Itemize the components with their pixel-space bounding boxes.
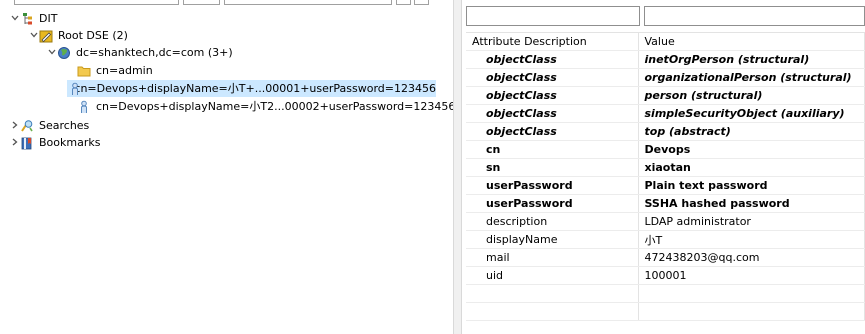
attribute-value-cell[interactable]: 小T (638, 230, 865, 249)
toolbar-field-2[interactable] (183, 0, 220, 5)
table-header-row: Attribute Description Value (466, 32, 865, 51)
attribute-name-cell[interactable]: objectClass (466, 86, 639, 105)
dit-tree-icon (20, 12, 34, 26)
ldap-browser-tree-pane: DIT Root DSE (2) dc=shanktech,dc=com (3+… (0, 0, 455, 334)
attribute-value-cell[interactable]: top (abstract) (638, 122, 865, 141)
tree-node-bookmarks[interactable]: Bookmarks (10, 134, 100, 151)
chevron-down-icon[interactable] (47, 44, 57, 61)
table-row[interactable]: displayName 小T (466, 230, 865, 249)
empty-cell (466, 302, 639, 321)
table-row[interactable]: userPassword Plain text password (466, 176, 865, 195)
empty-cell (466, 284, 639, 303)
table-row[interactable]: cn Devops (466, 140, 865, 159)
empty-table-row (466, 284, 865, 303)
tree-label-bookmarks: Bookmarks (39, 136, 101, 149)
chevron-down-icon[interactable] (29, 27, 39, 44)
empty-cell (638, 284, 865, 303)
attribute-name-cell[interactable]: uid (466, 266, 639, 285)
tree-label-entry: cn=admin (96, 64, 153, 77)
chevron-right-icon[interactable] (10, 134, 20, 151)
table-row[interactable]: sn xiaotan (466, 158, 865, 177)
root-dse-icon (39, 29, 53, 43)
tree-node-entry[interactable]: cn=Devops+displayName=小T2...00002+userPa… (67, 98, 455, 115)
table-row[interactable]: objectClass top (abstract) (466, 122, 865, 141)
toolbar-field-3[interactable] (224, 0, 392, 5)
tree-node-searches[interactable]: Searches (10, 117, 89, 134)
table-row[interactable]: objectClass simpleSecurityObject (auxilia… (466, 104, 865, 123)
attribute-filter-input[interactable] (466, 6, 640, 26)
chevron-down-icon[interactable] (10, 10, 20, 27)
attribute-table: Attribute Description Value objectClass i… (466, 32, 865, 321)
tree-node-entry[interactable]: cn=admin (67, 62, 153, 79)
column-header-attribute[interactable]: Attribute Description (466, 32, 639, 51)
table-row[interactable]: objectClass inetOrgPerson (structural) (466, 50, 865, 69)
attribute-value-cell[interactable]: organizationalPerson (structural) (638, 68, 865, 87)
search-icon (20, 119, 34, 133)
attribute-value-cell[interactable]: person (structural) (638, 86, 865, 105)
attribute-value-cell[interactable]: LDAP administrator (638, 212, 865, 231)
tree-label-base-dn: dc=shanktech,dc=com (3+) (76, 46, 233, 59)
table-row[interactable]: uid 100001 (466, 266, 865, 285)
attribute-value-cell[interactable]: 472438203@qq.com (638, 248, 865, 267)
table-row[interactable]: userPassword SSHA hashed password (466, 194, 865, 213)
attribute-name-cell[interactable]: mail (466, 248, 639, 267)
attribute-value-cell[interactable]: SSHA hashed password (638, 194, 865, 213)
table-row[interactable]: objectClass person (structural) (466, 86, 865, 105)
attribute-name-cell[interactable]: description (466, 212, 639, 231)
tree-node-root-dse[interactable]: Root DSE (2) (29, 27, 128, 44)
folder-icon (77, 64, 91, 78)
tree-node-base-dn[interactable]: dc=shanktech,dc=com (3+) (47, 44, 233, 61)
tree-label-entry: cn=Devops+displayName=小T+...00001+userPa… (74, 82, 436, 95)
attribute-value-cell[interactable]: Plain text password (638, 176, 865, 195)
toolbar-field-1[interactable] (14, 0, 179, 5)
tree-label-root-dse: Root DSE (2) (58, 29, 128, 42)
tree-label-entry: cn=Devops+displayName=小T2...00002+userPa… (96, 100, 456, 113)
table-row[interactable]: mail 472438203@qq.com (466, 248, 865, 267)
attribute-name-cell[interactable]: objectClass (466, 50, 639, 69)
tree-node-entry-selected[interactable]: cn=Devops+displayName=小T+...00001+userPa… (67, 80, 436, 97)
empty-table-row (466, 302, 865, 321)
attribute-name-cell[interactable]: objectClass (466, 68, 639, 87)
attribute-name-cell[interactable]: cn (466, 140, 639, 159)
attribute-rows: objectClass inetOrgPerson (structural) obj… (466, 50, 865, 321)
attribute-name-cell[interactable]: userPassword (466, 176, 639, 195)
attribute-name-cell[interactable]: objectClass (466, 104, 639, 123)
column-header-value[interactable]: Value (638, 32, 865, 51)
pane-splitter[interactable] (453, 0, 462, 334)
tree-label-dit: DIT (39, 12, 58, 25)
attribute-name-cell[interactable]: objectClass (466, 122, 639, 141)
entry-editor-pane: Attribute Description Value objectClass i… (462, 0, 865, 334)
bookmark-icon (20, 136, 34, 150)
table-row[interactable]: objectClass organizationalPerson (structu… (466, 68, 865, 87)
attribute-name-cell[interactable]: sn (466, 158, 639, 177)
attribute-value-cell[interactable]: Devops (638, 140, 865, 159)
attribute-value-cell[interactable]: simpleSecurityObject (auxiliary) (638, 104, 865, 123)
value-filter-input[interactable] (644, 6, 865, 26)
tree-label-searches: Searches (39, 119, 90, 132)
tree-node-dit[interactable]: DIT (10, 10, 57, 27)
person-icon (68, 82, 78, 96)
toolbar-field-5[interactable] (414, 0, 429, 5)
attribute-value-cell[interactable]: xiaotan (638, 158, 865, 177)
attribute-name-cell[interactable]: userPassword (466, 194, 639, 213)
attribute-value-cell[interactable]: inetOrgPerson (structural) (638, 50, 865, 69)
toolbar-field-4[interactable] (396, 0, 411, 5)
table-row[interactable]: description LDAP administrator (466, 212, 865, 231)
chevron-right-icon[interactable] (10, 117, 20, 134)
person-icon (77, 100, 91, 114)
attribute-value-cell[interactable]: 100001 (638, 266, 865, 285)
empty-cell (638, 302, 865, 321)
attribute-name-cell[interactable]: displayName (466, 230, 639, 249)
globe-icon (57, 46, 71, 60)
